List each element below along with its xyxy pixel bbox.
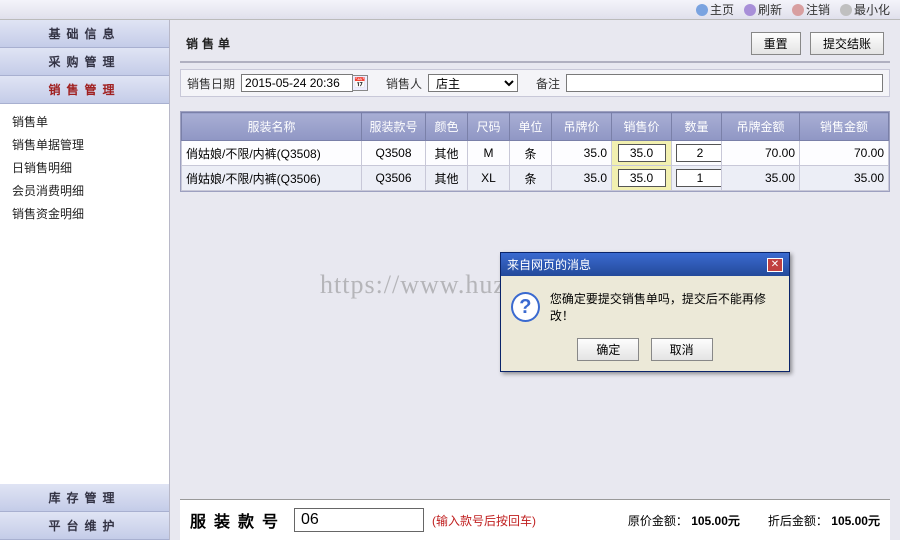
home-icon	[696, 4, 708, 16]
col-unit: 单位	[510, 113, 552, 141]
sidebar-item-fund-detail[interactable]: 销售资金明细	[12, 202, 157, 225]
col-color: 颜色	[426, 113, 468, 141]
col-name: 服装名称	[182, 113, 362, 141]
home-label: 主页	[710, 1, 734, 18]
dialog-title: 来自网页的消息	[507, 256, 591, 273]
dialog-message: 您确定要提交销售单吗，提交后不能再修改！	[550, 290, 779, 324]
logout-label: 注销	[806, 1, 830, 18]
sidebar: 基础信息 采购管理 销售管理 销售单 销售单据管理 日销售明细 会员消费明细 销…	[0, 20, 170, 540]
date-input[interactable]	[241, 74, 353, 92]
style-code-input[interactable]	[294, 508, 424, 532]
dialog-cancel-button[interactable]: 取消	[651, 338, 713, 361]
sidebar-group-sales[interactable]: 销售管理	[0, 76, 169, 104]
col-tagamt: 吊牌金额	[722, 113, 800, 141]
calendar-icon[interactable]: 📅	[352, 75, 368, 91]
sidebar-sales-items: 销售单 销售单据管理 日销售明细 会员消费明细 销售资金明细	[0, 104, 169, 235]
refresh-icon	[744, 4, 756, 16]
divider	[180, 61, 890, 63]
filter-bar: 销售日期 📅 销售人 店主 备注	[180, 69, 890, 97]
refresh-button[interactable]: 刷新	[740, 1, 786, 18]
style-hint: (输入款号后按回车)	[432, 512, 536, 529]
qty-input[interactable]	[676, 169, 722, 187]
col-style: 服装款号	[362, 113, 426, 141]
remark-input[interactable]	[566, 74, 883, 92]
col-saleamt: 销售金额	[800, 113, 889, 141]
sidebar-item-sales-docs[interactable]: 销售单据管理	[12, 133, 157, 156]
home-button[interactable]: 主页	[692, 1, 738, 18]
seller-select[interactable]: 店主	[428, 74, 518, 92]
orig-total-value: 105.00元	[691, 514, 740, 528]
minimize-icon	[840, 4, 852, 16]
col-tag: 吊牌价	[552, 113, 612, 141]
logout-icon	[792, 4, 804, 16]
reset-button[interactable]: 重置	[751, 32, 801, 55]
seller-label: 销售人	[386, 75, 422, 92]
sidebar-group-purchase[interactable]: 采购管理	[0, 48, 169, 76]
top-toolbar: 主页 刷新 注销 最小化	[0, 0, 900, 20]
price-input[interactable]	[618, 144, 666, 162]
footer-bar: 服装款号 (输入款号后按回车) 原价金额： 105.00元 折后金额： 105.…	[180, 499, 890, 540]
sidebar-group-basic[interactable]: 基础信息	[0, 20, 169, 48]
minimize-label: 最小化	[854, 1, 890, 18]
table-row[interactable]: 俏姑娘/不限/内裤(Q3506) Q3506 其他 XL 条 35.0 35.0…	[182, 166, 889, 191]
disc-total-value: 105.00元	[831, 514, 880, 528]
grid-header-row: 服装名称 服装款号 颜色 尺码 单位 吊牌价 销售价 数量 吊牌金额 销售金额	[182, 113, 889, 141]
logout-button[interactable]: 注销	[788, 1, 834, 18]
sidebar-item-member-detail[interactable]: 会员消费明细	[12, 179, 157, 202]
table-row[interactable]: 俏姑娘/不限/内裤(Q3508) Q3508 其他 M 条 35.0 70.00…	[182, 141, 889, 166]
sidebar-item-daily-detail[interactable]: 日销售明细	[12, 156, 157, 179]
style-label: 服装款号	[190, 508, 286, 532]
remark-label: 备注	[536, 75, 560, 92]
sidebar-item-sales-order[interactable]: 销售单	[12, 110, 157, 133]
col-qty: 数量	[672, 113, 722, 141]
minimize-button[interactable]: 最小化	[836, 1, 894, 18]
close-icon[interactable]: ✕	[767, 258, 783, 272]
date-label: 销售日期	[187, 75, 235, 92]
col-size: 尺码	[468, 113, 510, 141]
orig-total-label: 原价金额：	[628, 514, 688, 528]
confirm-dialog: 来自网页的消息 ✕ ? 您确定要提交销售单吗，提交后不能再修改！ 确定 取消	[500, 252, 790, 372]
price-input[interactable]	[618, 169, 666, 187]
page-title: 销售单	[186, 35, 234, 52]
disc-total-label: 折后金额：	[768, 514, 828, 528]
qty-input[interactable]	[676, 144, 722, 162]
sidebar-group-stock[interactable]: 库存管理	[0, 484, 169, 512]
refresh-label: 刷新	[758, 1, 782, 18]
dialog-ok-button[interactable]: 确定	[577, 338, 639, 361]
col-price: 销售价	[612, 113, 672, 141]
main-panel: 销售单 重置 提交结账 销售日期 📅 销售人 店主 备注 服装名称 服	[170, 20, 900, 540]
question-icon: ?	[511, 292, 540, 322]
submit-button[interactable]: 提交结账	[810, 32, 884, 55]
sales-grid: 服装名称 服装款号 颜色 尺码 单位 吊牌价 销售价 数量 吊牌金额 销售金额 …	[180, 111, 890, 192]
sidebar-group-platform[interactable]: 平台维护	[0, 512, 169, 540]
